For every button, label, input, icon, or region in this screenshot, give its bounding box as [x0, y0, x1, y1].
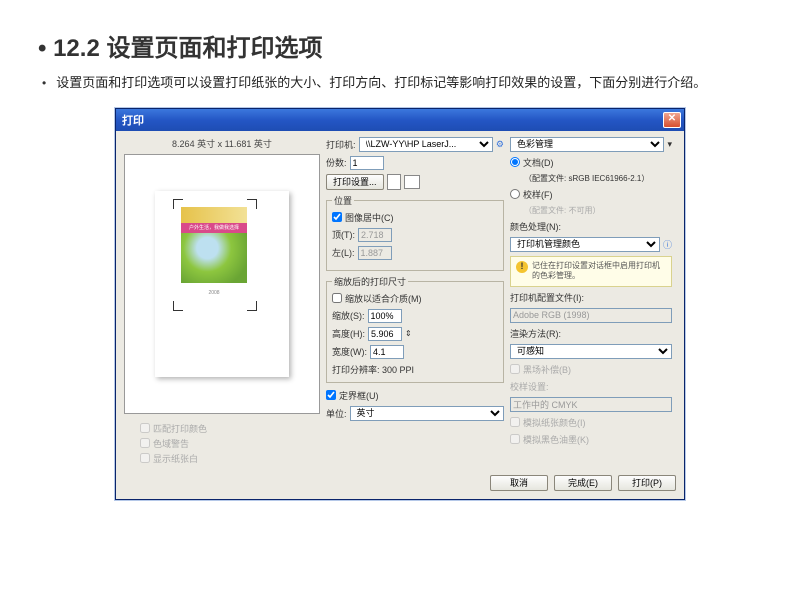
width-label: 宽度(W):: [332, 345, 367, 358]
preview-dimensions: 8.264 英寸 x 11.681 英寸: [124, 137, 320, 150]
dialog-title: 打印: [122, 112, 144, 128]
warning-icon: !: [516, 261, 528, 273]
printer-label: 打印机:: [326, 138, 356, 151]
black-point-checkbox: [510, 364, 520, 374]
color-handling-label: 颜色处理(N):: [510, 220, 561, 233]
sim-paper-checkbox: [510, 417, 520, 427]
print-resolution: 打印分辨率: 300 PPI: [332, 363, 498, 376]
gamut-warning-label: 色域警告: [153, 437, 189, 450]
gamut-warning-checkbox: [140, 438, 150, 448]
copies-input[interactable]: [350, 156, 384, 170]
printer-profile-select: [510, 308, 672, 323]
warning-text: 记住在打印设置对话框中启用打印机的色彩管理。: [532, 261, 666, 282]
page-heading: 12.2 设置页面和打印选项: [38, 28, 762, 63]
height-input[interactable]: [368, 327, 402, 341]
left-input: [358, 246, 392, 260]
width-input[interactable]: [370, 345, 404, 359]
color-handling-select[interactable]: 打印机管理颜色: [510, 237, 660, 252]
black-point-label: 黑场补偿(B): [523, 363, 571, 376]
bounding-box-checkbox[interactable]: [326, 390, 336, 400]
bullet-icon: •: [42, 76, 46, 90]
height-label: 高度(H):: [332, 327, 365, 340]
document-radio-label: 文档(D): [523, 156, 554, 169]
proof-radio-label: 校样(F): [523, 188, 553, 201]
preview-image: 户外生活，我做我选择 2008: [181, 207, 247, 303]
show-paper-white-checkbox: [140, 453, 150, 463]
bounding-box-label: 定界框(U): [339, 389, 379, 402]
match-print-colors-checkbox: [140, 423, 150, 433]
sim-paper-label: 模拟纸张颜色(I): [523, 416, 586, 429]
printer-select[interactable]: \\LZW-YY\HP LaserJ...: [359, 137, 493, 152]
dropdown-icon[interactable]: ▾: [667, 139, 672, 150]
scale-label: 缩放(S):: [332, 309, 365, 322]
scale-input[interactable]: [368, 309, 402, 323]
fit-media-checkbox[interactable]: [332, 293, 342, 303]
info-icon[interactable]: ⓘ: [663, 238, 672, 251]
rendering-intent-label: 渲染方法(R):: [510, 327, 561, 340]
page-setup-button[interactable]: 打印设置...: [326, 174, 384, 190]
units-label: 单位:: [326, 407, 347, 420]
orientation-portrait-icon[interactable]: [387, 174, 401, 190]
done-button[interactable]: 完成(E): [554, 475, 612, 491]
page-description: 设置页面和打印选项可以设置打印纸张的大小、打印方向、打印标记等影响打印效果的设置…: [56, 73, 706, 94]
cancel-button[interactable]: 取消: [490, 475, 548, 491]
rendering-intent-select[interactable]: 可感知: [510, 344, 672, 359]
close-icon[interactable]: ✕: [663, 112, 681, 128]
print-preview: 户外生活，我做我选择 2008: [124, 154, 320, 414]
sim-black-label: 模拟黑色油墨(K): [523, 433, 589, 446]
print-button[interactable]: 打印(P): [618, 475, 676, 491]
left-label: 左(L):: [332, 246, 355, 259]
position-legend: 位置: [332, 194, 354, 207]
paper-preview: 户外生活，我做我选择 2008: [155, 191, 289, 377]
position-group: 位置 图像居中(C) 顶(T): 左(L):: [326, 194, 504, 271]
print-dialog: 打印 ✕ 8.264 英寸 x 11.681 英寸 户外生活，我做我选择 200…: [115, 108, 685, 500]
match-print-colors-label: 匹配打印颜色: [153, 422, 207, 435]
scaled-size-group: 缩放后的打印尺寸 缩放以适合介质(M) 缩放(S): 高度(H): ⇕ 宽度(W…: [326, 275, 504, 383]
proof-radio[interactable]: [510, 189, 520, 199]
proof-setup-label: 校样设置:: [510, 380, 549, 393]
titlebar[interactable]: 打印 ✕: [116, 109, 684, 131]
document-radio[interactable]: [510, 157, 520, 167]
copies-label: 份数:: [326, 156, 347, 169]
proof-profile: （配置文件: 不可用）: [524, 205, 600, 216]
sim-black-checkbox: [510, 434, 520, 444]
printer-settings-icon[interactable]: ⚙: [496, 139, 504, 150]
document-profile: （配置文件: sRGB IEC61966-2.1）: [524, 173, 649, 184]
color-management-select[interactable]: 色彩管理: [510, 137, 664, 152]
printer-profile-label: 打印机配置文件(I):: [510, 291, 584, 304]
link-icon[interactable]: ⇕: [405, 329, 412, 338]
center-image-label: 图像居中(C): [345, 211, 394, 224]
show-paper-white-label: 显示纸张白: [153, 452, 198, 465]
proof-setup-select: [510, 397, 672, 412]
units-select[interactable]: 英寸: [350, 406, 504, 421]
orientation-landscape-icon[interactable]: [404, 175, 420, 189]
fit-media-label: 缩放以适合介质(M): [345, 292, 422, 305]
top-label: 顶(T):: [332, 228, 355, 241]
top-input: [358, 228, 392, 242]
center-image-checkbox[interactable]: [332, 212, 342, 222]
warning-box: ! 记住在打印设置对话框中启用打印机的色彩管理。: [510, 256, 672, 287]
scaled-size-legend: 缩放后的打印尺寸: [332, 275, 408, 288]
